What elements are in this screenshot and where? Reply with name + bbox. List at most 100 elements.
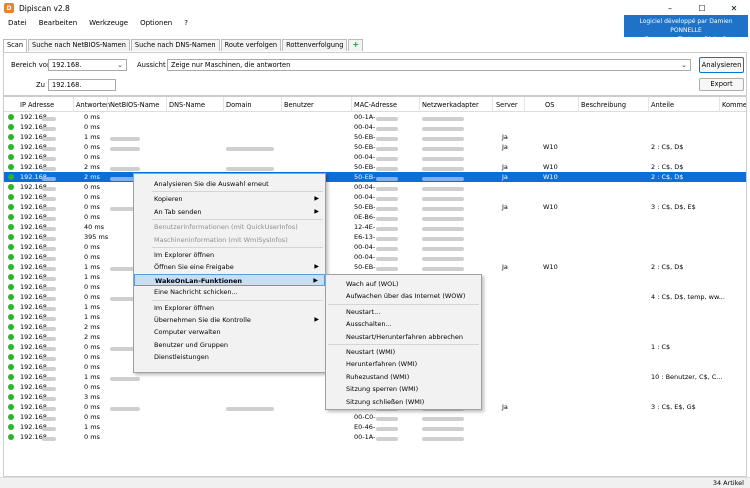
submenu-item[interactable]: Neustart/Herunterfahren abbrechen: [326, 331, 481, 343]
context-menu-item[interactable]: Übernehmen Sie die Kontrolle ▶: [134, 314, 325, 326]
col-benutzer[interactable]: Benutzer: [284, 101, 314, 109]
redacted-value: [42, 407, 56, 411]
submenu-item[interactable]: Neustart (WMI): [326, 346, 481, 358]
context-menu-item[interactable]: Analysieren Sie die Auswahl erneut: [134, 178, 325, 190]
context-menu-item[interactable]: WakeOnLan-Funktionen ▶: [134, 273, 325, 286]
col-anteile[interactable]: Anteile: [651, 101, 674, 109]
submenu-item[interactable]: Ausschalten...: [326, 318, 481, 330]
context-menu-item[interactable]: Im Explorer öffnen: [134, 302, 325, 314]
tab-rotten[interactable]: Rottenverfolgung: [282, 39, 348, 51]
shares-cell: 3 : C$, E$, G$: [651, 403, 696, 411]
chevron-down-icon[interactable]: ⌄: [117, 60, 123, 70]
col-dns[interactable]: DNS-Name: [169, 101, 205, 109]
tab-dns[interactable]: Suche nach DNS-Namen: [130, 39, 220, 51]
view-filter-select[interactable]: Zeige nur Maschinen, die antworten ⌄: [167, 59, 691, 71]
menu-bearbeiten[interactable]: Bearbeiten: [39, 19, 77, 27]
range-from-input[interactable]: 192.168. ⌄: [48, 59, 127, 71]
table-row[interactable]: 192.168. 2 ms 50-EB- Ja W10 2 : C$, D$: [4, 162, 746, 172]
table-row[interactable]: 192.168. 0 ms 00-1A-: [4, 432, 746, 442]
banner-line-2: Freeware offert par Dipisoft: [644, 36, 728, 43]
menu-optionen[interactable]: Optionen: [140, 19, 172, 27]
os-cell: W10: [543, 203, 558, 211]
submenu-item[interactable]: Herunterfahren (WMI): [326, 358, 481, 370]
table-row[interactable]: 192.168. 0 ms 00-04-: [4, 252, 746, 262]
maximize-button[interactable]: ☐: [686, 0, 718, 16]
submenu-item[interactable]: Sitzung schließen (WMI): [326, 396, 481, 408]
chevron-down-icon[interactable]: ⌄: [681, 60, 687, 70]
table-row[interactable]: 192.168. 1 ms 50-EB- Ja: [4, 132, 746, 142]
export-button[interactable]: Export: [699, 78, 744, 91]
table-row[interactable]: 192.168. 2 ms 50-EB- Ja W10 2 : C$, D$: [4, 172, 746, 182]
col-mac[interactable]: MAC-Adresse: [354, 101, 397, 109]
col-netbios[interactable]: NetBIOS-Name: [110, 101, 159, 109]
table-row[interactable]: 192.168. 0 ms 0E-B6-: [4, 212, 746, 222]
menu-help[interactable]: ?: [184, 19, 188, 27]
redacted-value: [422, 177, 464, 181]
table-row[interactable]: 192.168. 1 ms 50-EB- Ja W10 2 : C$, D$: [4, 262, 746, 272]
col-server[interactable]: Server: [496, 101, 518, 109]
col-domain[interactable]: Domain: [226, 101, 252, 109]
submenu-item[interactable]: Ruhezustand (WMI): [326, 371, 481, 383]
table-row[interactable]: 192.168. 0 ms 00-04-: [4, 182, 746, 192]
table-row[interactable]: 192.168. 0 ms 00-04-: [4, 152, 746, 162]
submenu-item[interactable]: Sitzung sperren (WMI): [326, 383, 481, 395]
author-banner[interactable]: Logiciel développé par Damien PONNELLE F…: [624, 15, 748, 43]
online-status-icon: [8, 234, 14, 240]
tab-scan[interactable]: Scan: [3, 39, 28, 52]
mac-cell: 0E-B6-: [354, 213, 376, 221]
context-menu-item[interactable]: An Tab senden ▶: [134, 206, 325, 218]
title-bar: D Dipiscan v2.8 – ☐ ✕: [0, 0, 750, 16]
context-menu-item[interactable]: Kopieren ▶: [134, 193, 325, 205]
context-menu-item[interactable]: Öffnen Sie eine Freigabe ▶: [134, 261, 325, 273]
table-row[interactable]: 192.168. 0 ms 00-04-: [4, 122, 746, 132]
context-menu-item[interactable]: Dienstleistungen: [134, 351, 325, 363]
table-row[interactable]: 192.168. 40 ms 12-4E-: [4, 222, 746, 232]
online-status-icon: [8, 304, 14, 310]
close-button[interactable]: ✕: [718, 0, 750, 16]
col-antworten[interactable]: Antworten: [76, 101, 110, 109]
redacted-value: [376, 237, 398, 241]
col-adapter[interactable]: Netzwerkadapter: [422, 101, 479, 109]
analyze-button[interactable]: Analysieren: [699, 57, 744, 73]
submenu-item[interactable]: Neustart...: [326, 306, 481, 318]
table-row[interactable]: 192.168. 0 ms 00-04-: [4, 192, 746, 202]
table-row[interactable]: 192.168. 0 ms 00-C0-: [4, 412, 746, 422]
redacted-value: [422, 147, 464, 151]
table-row[interactable]: 192.168. 0 ms 50-EB- Ja W10 3 : C$, D$, E$: [4, 202, 746, 212]
online-status-icon: [8, 124, 14, 130]
menu-datei[interactable]: Datei: [8, 19, 27, 27]
col-kommentar[interactable]: Kommen: [722, 101, 746, 109]
submenu-item[interactable]: Aufwachen über das Internet (WOW): [326, 290, 481, 302]
context-menu-item[interactable]: Benutzerinformationen (mit QuickUserInfo…: [134, 221, 325, 233]
range-to-input[interactable]: 192.168.: [48, 79, 116, 91]
response-time-cell: 395 ms: [84, 233, 109, 241]
table-row[interactable]: 192.168. 395 ms E6-13-: [4, 232, 746, 242]
context-menu-item[interactable]: Computer verwalten: [134, 326, 325, 338]
response-time-cell: 0 ms: [84, 183, 100, 191]
context-menu-item[interactable]: Benutzer und Gruppen: [134, 339, 325, 351]
table-row[interactable]: 192.168. 1 ms E0-46-: [4, 422, 746, 432]
context-menu: Analysieren Sie die Auswahl erneut Kopier…: [133, 173, 326, 373]
minimize-button[interactable]: –: [654, 0, 686, 16]
table-row[interactable]: 192.168. 0 ms 00-04-: [4, 242, 746, 252]
mac-cell: 50-EB-: [354, 263, 376, 271]
tab-route[interactable]: Route verfolgen: [220, 39, 282, 51]
redacted-value: [42, 177, 56, 181]
menu-werkzeuge[interactable]: Werkzeuge: [89, 19, 128, 27]
col-os[interactable]: OS: [545, 101, 554, 109]
table-row[interactable]: 192.168. 0 ms 50-EB- Ja W10 2 : C$, D$: [4, 142, 746, 152]
context-menu-item[interactable]: Eine Nachricht schicken...: [134, 286, 325, 298]
col-beschreibung[interactable]: Beschreibung: [581, 101, 626, 109]
online-status-icon: [8, 154, 14, 160]
response-time-cell: 0 ms: [84, 343, 100, 351]
tab-netbios[interactable]: Suche nach NetBIOS-Namen: [28, 39, 130, 51]
shares-cell: 10 : Benutzer, C$, C...: [651, 373, 723, 381]
col-ip[interactable]: IP Adresse: [20, 101, 54, 109]
add-tab-icon[interactable]: +: [348, 39, 364, 51]
submenu-item[interactable]: Wach auf (WOL): [326, 278, 481, 290]
redacted-value: [42, 327, 56, 331]
table-row[interactable]: 192.168. 0 ms 00-1A-: [4, 112, 746, 122]
menu-separator: [328, 344, 479, 345]
context-menu-item[interactable]: Im Explorer öffnen: [134, 249, 325, 261]
context-menu-item[interactable]: Maschineninformation (mit WmiSysInfos): [134, 234, 325, 246]
